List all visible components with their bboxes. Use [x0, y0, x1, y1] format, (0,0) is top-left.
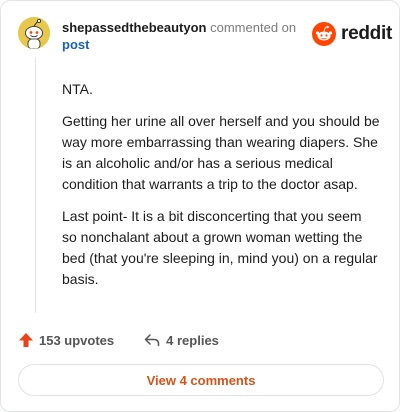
reddit-logo[interactable]: reddit	[312, 21, 392, 47]
comment-header: shepassedthebeautyon commented on post	[62, 19, 302, 53]
comment-paragraph: NTA.	[62, 81, 93, 97]
comment-paragraph: Last point- It is a bit disconcerting th…	[62, 208, 378, 287]
post-link[interactable]: post	[62, 36, 302, 53]
comment-body: NTA. Getting her urine all over herself …	[62, 79, 380, 301]
commented-on-label: commented on	[210, 20, 297, 35]
comment-paragraph: Getting her urine all over herself and y…	[62, 113, 380, 192]
reply-arrow-icon	[144, 334, 160, 347]
replies-button[interactable]: 4 replies	[144, 332, 219, 348]
comment-footer: 153 upvotes 4 replies	[18, 330, 219, 350]
upvote-count: 153 upvotes	[39, 332, 115, 348]
thread-line	[35, 57, 36, 313]
username-link[interactable]: shepassedthebeautyon	[62, 20, 207, 35]
upvote-arrow-icon[interactable]	[18, 332, 34, 348]
snoo-avatar-icon	[18, 17, 50, 49]
comment-card: shepassedthebeautyon commented on post r…	[0, 0, 400, 412]
replies-count: 4 replies	[166, 332, 219, 348]
user-avatar[interactable]	[18, 17, 50, 49]
reddit-logo-icon	[312, 22, 336, 46]
view-comments-button[interactable]: View 4 comments	[18, 364, 384, 396]
reddit-wordmark: reddit	[341, 23, 392, 44]
